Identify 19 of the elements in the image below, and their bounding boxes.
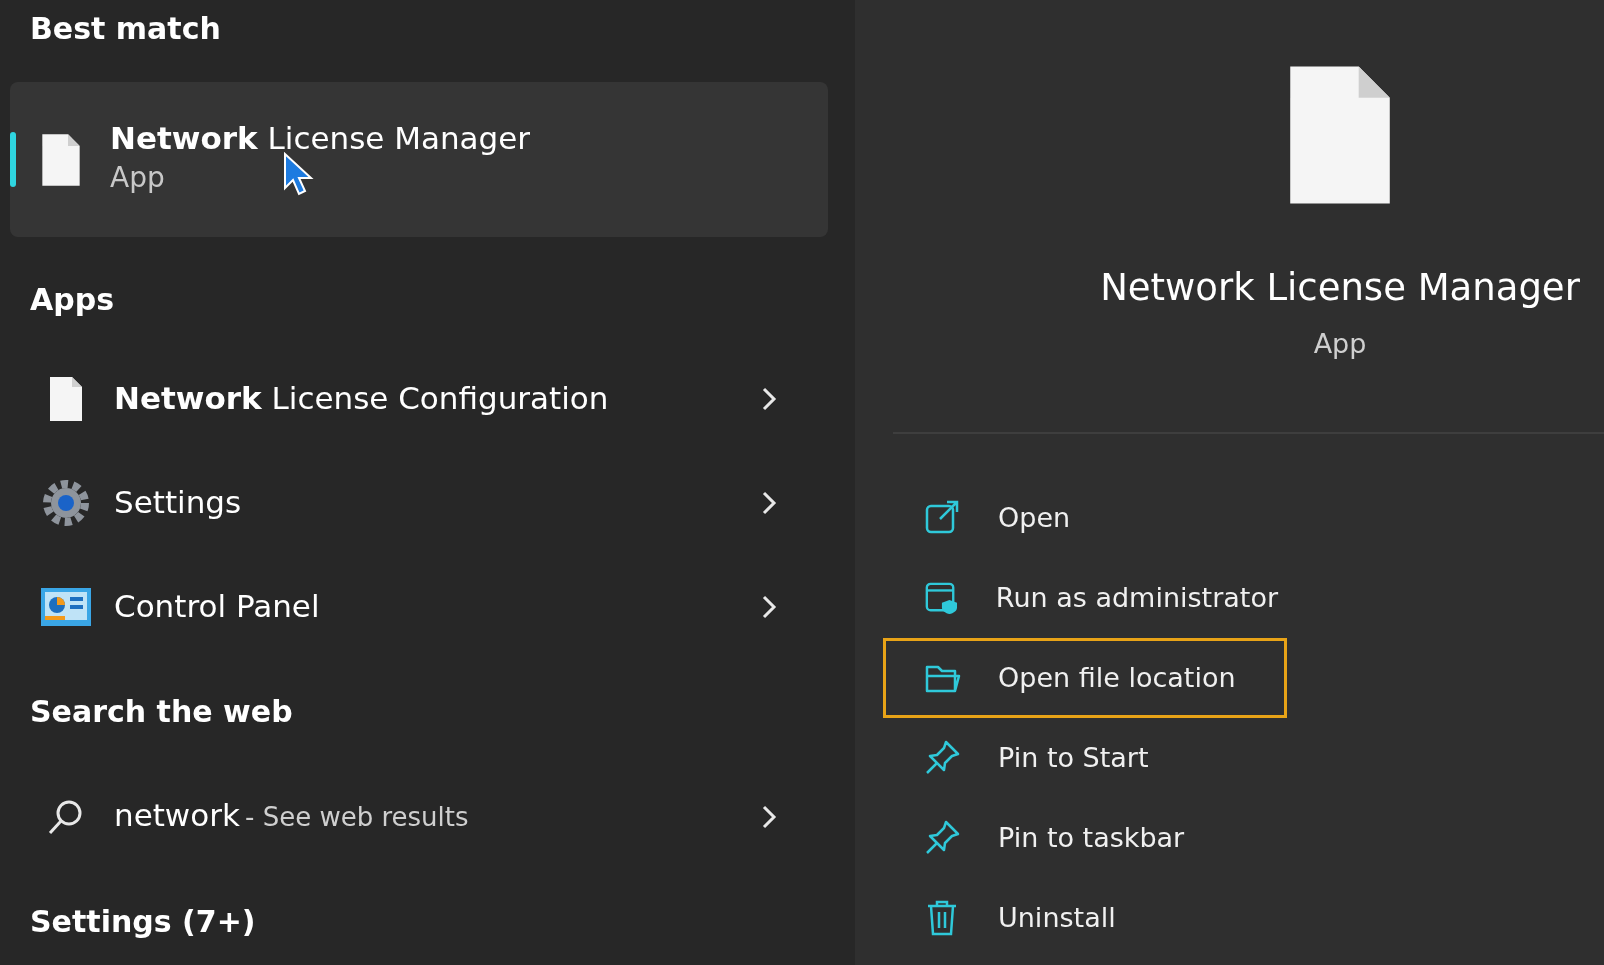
app-result[interactable]: Settings xyxy=(10,451,828,555)
section-heading: Search the web xyxy=(29,693,294,731)
result-type: App xyxy=(110,160,165,197)
result-title: Network License Manager xyxy=(110,119,531,158)
app-result[interactable]: Network License Configuration xyxy=(10,347,828,451)
action-item[interactable]: Run as administrator xyxy=(883,558,1287,638)
action-item[interactable]: Pin to Start xyxy=(883,718,1287,798)
app-type: App xyxy=(1313,326,1367,361)
action-item[interactable]: Open xyxy=(883,478,1287,558)
section-heading: Apps xyxy=(29,281,116,319)
section-heading: Settings (7+) xyxy=(29,903,257,941)
action-item[interactable]: Open file location xyxy=(883,638,1287,718)
app-result[interactable]: Control Panel xyxy=(10,555,828,659)
section-heading: Best match xyxy=(29,10,222,48)
web-search-result[interactable]: network - See web results xyxy=(10,765,828,869)
app-title: Network License Manager xyxy=(1100,265,1580,311)
action-item[interactable]: Pin to taskbar xyxy=(883,798,1287,878)
action-item[interactable]: Uninstall xyxy=(883,878,1287,958)
best-match-result[interactable]: Network License Manager App xyxy=(10,82,828,237)
